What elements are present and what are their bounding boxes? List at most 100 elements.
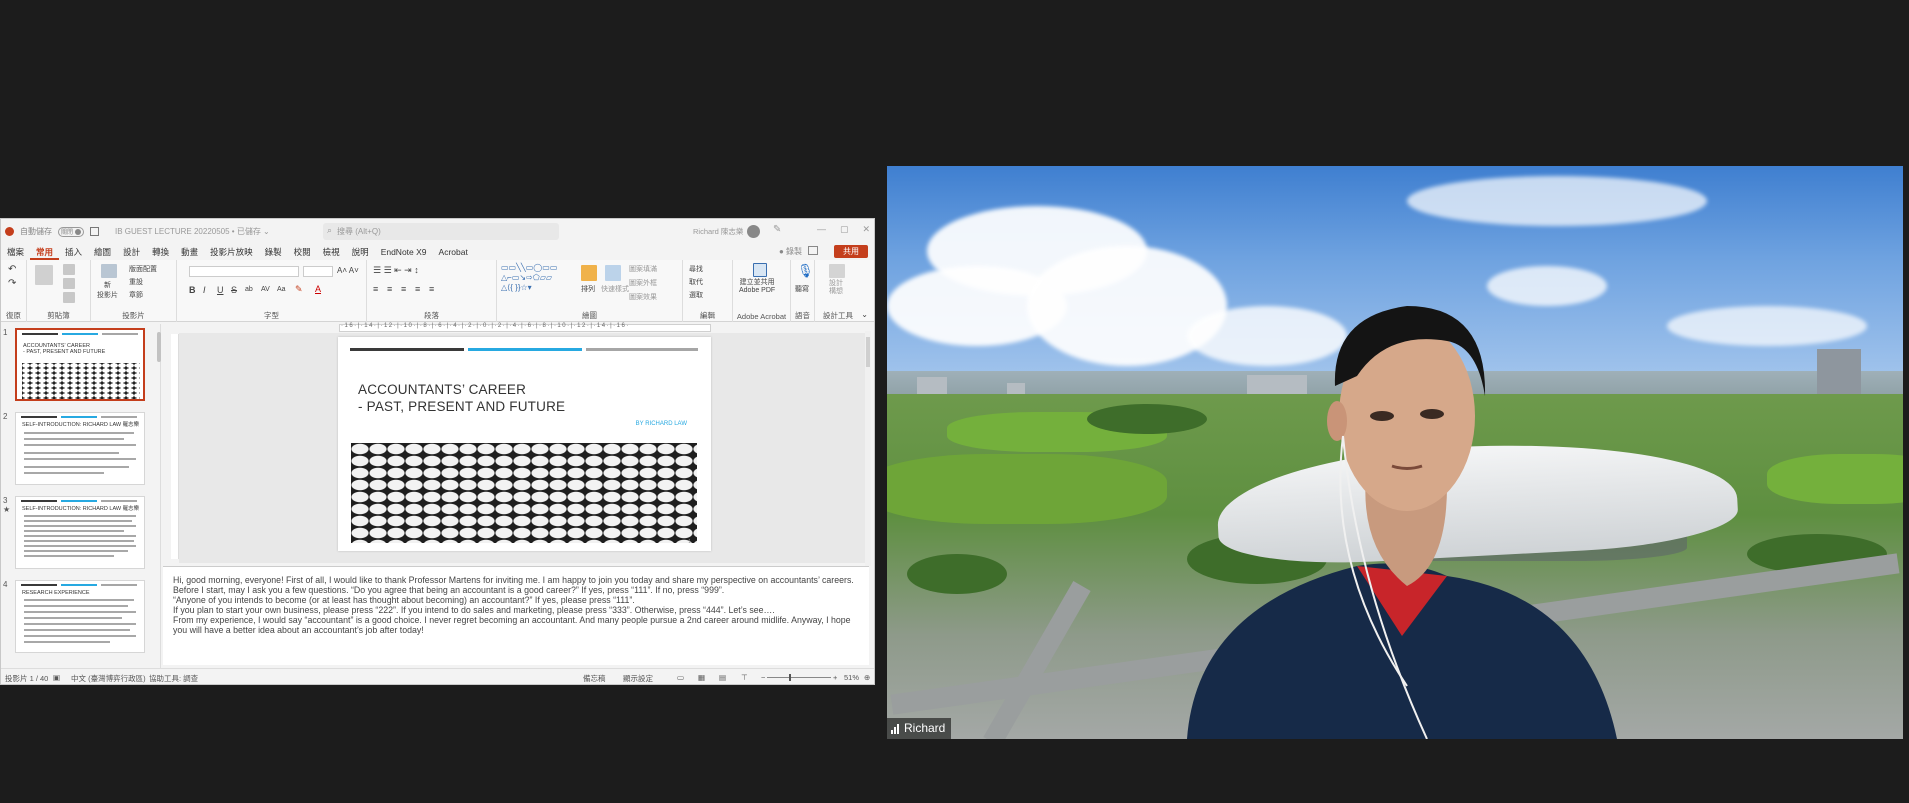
normal-view-icon[interactable]: ▭ <box>677 673 684 682</box>
tab-file[interactable]: 檔案 <box>1 244 30 260</box>
tab-insert[interactable]: 插入 <box>59 244 88 260</box>
new-slide-icon[interactable] <box>101 264 117 278</box>
create-pdf-button[interactable]: 建立並共用 Adobe PDF <box>739 279 775 295</box>
underline-button[interactable]: U <box>217 285 224 295</box>
speaker-notes[interactable]: Hi, good morning, everyone! First of all… <box>163 566 869 665</box>
user-account[interactable]: Richard 陳志樂 <box>693 225 761 238</box>
maximize-button[interactable]: ▢ <box>840 224 849 235</box>
select-button[interactable]: 選取 <box>689 290 703 300</box>
zoom-out-icon[interactable]: − <box>761 673 765 682</box>
pdf-icon[interactable] <box>753 263 767 277</box>
collapse-ribbon-icon[interactable]: ⌄ <box>861 310 868 319</box>
group-label-voice: 語音 <box>795 311 810 320</box>
italic-button[interactable]: I <box>203 285 206 295</box>
zoom-slider[interactable] <box>767 674 831 681</box>
dictate-button[interactable]: 聽寫 <box>795 284 809 294</box>
minimize-button[interactable]: — <box>817 224 826 235</box>
tab-animations[interactable]: 動畫 <box>175 244 204 260</box>
format-painter-icon[interactable] <box>63 292 75 303</box>
autosave-toggle[interactable]: 關閉 <box>58 226 84 237</box>
arrange-icon[interactable] <box>581 265 597 281</box>
redo-icon[interactable]: ↷ <box>8 278 16 289</box>
slide-byline[interactable]: BY RICHARD LAW <box>636 421 687 427</box>
tab-design[interactable]: 設計 <box>117 244 146 260</box>
bullets-icon[interactable]: ☰ ☰ ⇤ ⇥ ↕ <box>373 265 419 276</box>
undo-icon[interactable]: ↶ <box>8 264 16 275</box>
zoom-level[interactable]: 51% <box>844 673 859 682</box>
align-right-button[interactable]: ≡ <box>401 284 406 294</box>
shape-effects-button[interactable]: 圖案效果 <box>629 292 657 302</box>
slideshow-icon[interactable]: ⊤ <box>741 673 748 682</box>
spellcheck-icon[interactable]: ▣ <box>53 673 60 682</box>
tab-review[interactable]: 校閱 <box>288 244 317 260</box>
justify-button[interactable]: ≡ <box>415 284 420 294</box>
tab-draw[interactable]: 繪圖 <box>88 244 117 260</box>
layout-button[interactable]: 版面配置 <box>129 264 157 274</box>
change-case-button[interactable]: Aa <box>277 286 286 293</box>
tab-help[interactable]: 說明 <box>346 244 375 260</box>
shadow-button[interactable]: ab <box>245 286 253 293</box>
notes-button[interactable]: 備忘稿 <box>583 673 606 684</box>
reset-button[interactable]: 重設 <box>129 277 143 287</box>
cut-icon[interactable] <box>63 264 75 275</box>
align-left-button[interactable]: ≡ <box>373 284 378 294</box>
font-grow-icon[interactable]: A˄ A˅ <box>337 266 359 275</box>
highlight-color-icon[interactable]: ✎ <box>295 284 303 295</box>
designer-button[interactable]: 設計 構想 <box>829 280 843 296</box>
font-name-select[interactable] <box>189 266 299 277</box>
pen-icon[interactable]: ✎ <box>773 224 781 235</box>
thumbnail-slide-3[interactable]: SELF-INTRODUCTION: RICHARD LAW 羅志樂 <box>15 496 145 569</box>
thumbnail-slide-1[interactable]: ACCOUNTANTS' CAREER - PAST, PRESENT AND … <box>15 328 145 401</box>
language-indicator[interactable]: 中文 (臺灣博弈行政區) <box>71 673 146 684</box>
search-input[interactable]: 搜尋 (Alt+Q) <box>323 222 559 240</box>
slide-title[interactable]: ACCOUNTANTS’ CAREER - PAST, PRESENT AND … <box>358 381 565 415</box>
tab-view[interactable]: 檢視 <box>317 244 346 260</box>
slide-sorter-icon[interactable]: ▦ <box>698 673 705 682</box>
new-slide-button[interactable]: 新 投影片 <box>97 280 118 300</box>
slide-image[interactable] <box>351 443 697 543</box>
copy-icon[interactable] <box>63 278 75 289</box>
record-button[interactable]: ● 錄製 <box>779 246 802 257</box>
tab-slideshow[interactable]: 投影片放映 <box>204 244 259 260</box>
file-name[interactable]: IB GUEST LECTURE 20220505 • 已儲存 ⌄ <box>115 226 270 237</box>
thumbnail-slide-4[interactable]: RESEARCH EXPERIENCE <box>15 580 145 653</box>
arrange-button[interactable]: 排列 <box>581 284 595 294</box>
tab-home[interactable]: 常用 <box>30 244 60 260</box>
shape-outline-button[interactable]: 圖案外框 <box>629 278 657 288</box>
quick-styles-icon[interactable] <box>605 265 621 281</box>
save-icon[interactable] <box>90 227 99 236</box>
tab-acrobat[interactable]: Acrobat <box>433 244 474 260</box>
accessibility-indicator[interactable]: 協助工具: 調查 <box>149 673 198 684</box>
share-button[interactable]: 共用 <box>834 245 868 258</box>
shapes-gallery-icon[interactable]: ▭▭╲╲▭◯▭▭ △⌐▭↘⇨⬠▱▱ △⟨{ }}☆▾ <box>501 263 557 293</box>
strikethrough-button[interactable]: S <box>231 285 237 295</box>
quick-styles-button[interactable]: 快速樣式 <box>601 284 629 294</box>
align-center-button[interactable]: ≡ <box>387 284 392 294</box>
current-slide[interactable]: ACCOUNTANTS’ CAREER - PAST, PRESENT AND … <box>338 337 711 551</box>
participant-video[interactable]: Richard <box>887 166 1903 739</box>
comments-icon[interactable] <box>808 246 818 255</box>
bold-button[interactable]: B <box>189 285 196 295</box>
tab-transitions[interactable]: 轉換 <box>146 244 175 260</box>
font-color-icon[interactable]: A <box>315 284 321 294</box>
editor-scrollbar[interactable] <box>865 331 871 566</box>
columns-button[interactable]: ≡ <box>429 284 434 294</box>
font-size-select[interactable] <box>303 266 333 277</box>
paste-icon[interactable] <box>35 265 53 285</box>
reading-view-icon[interactable]: ▤ <box>719 673 726 682</box>
thumbnail-slide-2[interactable]: SELF-INTRODUCTION: RICHARD LAW 羅志樂 <box>15 412 145 485</box>
tab-record[interactable]: 錄製 <box>259 244 288 260</box>
shape-fill-button[interactable]: 圖案填滿 <box>629 264 657 274</box>
designer-icon[interactable] <box>829 264 845 278</box>
close-button[interactable]: ✕ <box>862 224 870 235</box>
zoom-in-icon[interactable]: + <box>833 673 837 682</box>
replace-button[interactable]: 取代 <box>689 277 703 287</box>
display-settings-button[interactable]: 顯示設定 <box>623 673 653 684</box>
microphone-icon[interactable]: 🎙 <box>797 263 814 279</box>
section-button[interactable]: 章節 <box>129 290 143 300</box>
fit-slide-icon[interactable]: ⊕ <box>864 673 870 682</box>
find-button[interactable]: 尋找 <box>689 264 703 274</box>
char-spacing-button[interactable]: AV <box>261 286 270 293</box>
tab-endnote[interactable]: EndNote X9 <box>375 244 433 260</box>
thumbnail-scrollbar[interactable] <box>157 332 161 362</box>
